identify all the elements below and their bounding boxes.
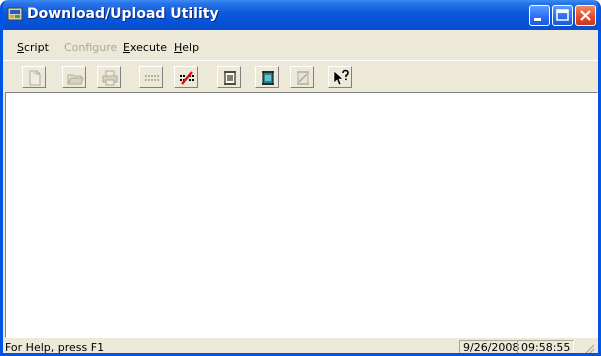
toolbar <box>3 60 598 95</box>
new-document-icon <box>29 70 41 86</box>
title-bar[interactable]: Download/Upload Utility <box>3 0 598 30</box>
minimize-button[interactable] <box>529 5 550 26</box>
disconnect-button[interactable] <box>174 66 198 88</box>
menu-help-label: elp <box>182 41 200 54</box>
app-window: Download/Upload Utility Script Configure… <box>0 0 601 356</box>
close-icon <box>580 10 591 21</box>
print-button[interactable] <box>97 66 121 88</box>
minimize-icon <box>534 18 541 21</box>
status-date: 9/26/2008 <box>459 340 524 353</box>
new-script-button[interactable] <box>22 66 46 88</box>
help-pointer-icon <box>333 69 349 86</box>
maximize-button[interactable] <box>552 5 573 26</box>
close-button[interactable] <box>575 5 596 26</box>
menu-script[interactable]: Script <box>17 41 49 54</box>
scroll-download-icon <box>224 71 236 85</box>
main-content-area[interactable] <box>5 92 598 338</box>
menu-script-label: cript <box>23 41 49 54</box>
menu-configure[interactable]: Configure <box>64 41 117 54</box>
connect-icon <box>145 75 159 81</box>
menu-configure-label: Configure <box>64 41 118 54</box>
status-time: 09:58:55 <box>517 340 575 353</box>
disconnect-icon <box>180 71 194 85</box>
printer-icon <box>102 70 118 86</box>
menu-execute-label: xecute <box>129 41 167 54</box>
status-bar: For Help, press F1 9/26/2008 09:58:55 <box>3 340 598 356</box>
window-title: Download/Upload Utility <box>27 6 219 22</box>
menu-script-accelerator: S <box>17 41 24 54</box>
context-help-button[interactable] <box>328 66 352 88</box>
download-button[interactable] <box>217 66 241 88</box>
menu-execute-accelerator: E <box>123 41 130 54</box>
menu-help[interactable]: Help <box>174 41 199 54</box>
compare-icon <box>297 71 309 85</box>
maximize-icon <box>556 9 569 21</box>
compare-button[interactable] <box>290 66 314 88</box>
resize-grip-icon[interactable] <box>581 342 595 356</box>
open-folder-icon <box>67 74 84 85</box>
menu-execute[interactable]: Execute <box>123 41 167 54</box>
open-script-button[interactable] <box>62 66 86 88</box>
upload-button[interactable] <box>255 66 279 88</box>
scroll-upload-icon <box>262 71 274 85</box>
connect-button[interactable] <box>139 66 163 88</box>
status-message: For Help, press F1 <box>5 341 105 354</box>
app-icon <box>7 6 23 22</box>
